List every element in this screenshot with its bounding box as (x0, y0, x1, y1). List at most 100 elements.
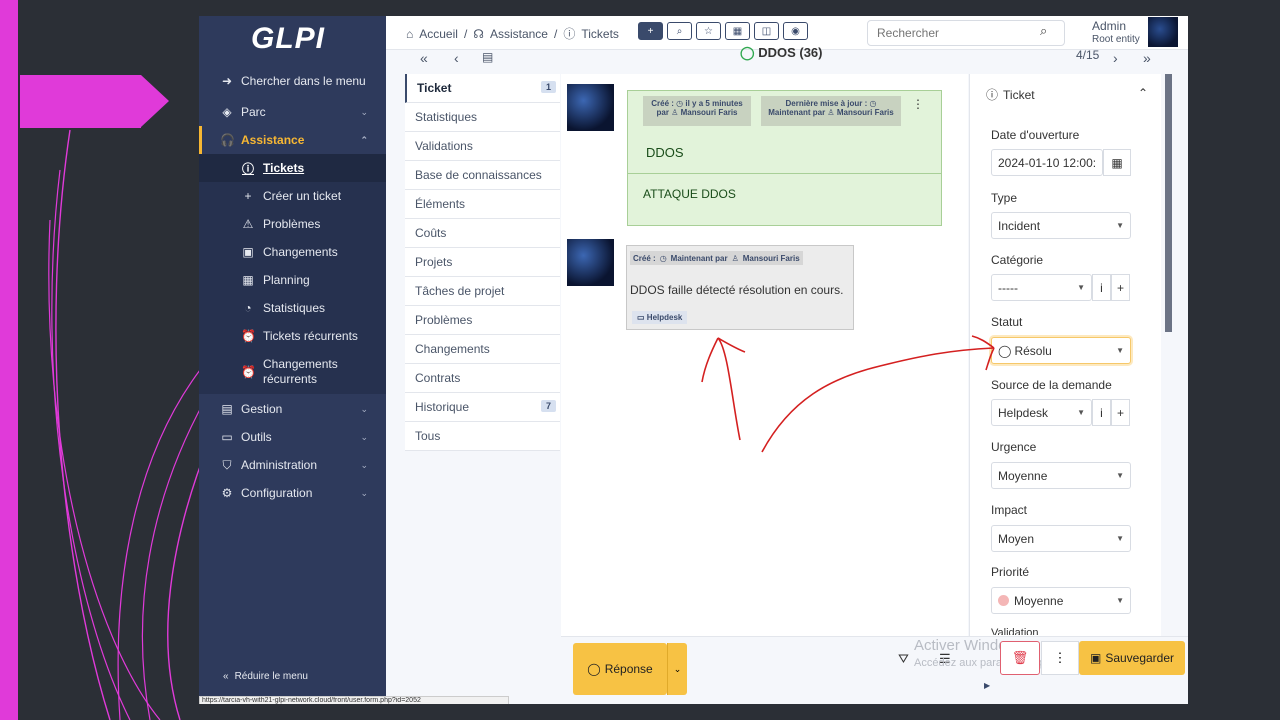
menu-search[interactable]: ➜ Chercher dans le menu (199, 67, 386, 95)
next-ticket-icon[interactable]: › (1113, 50, 1118, 66)
subitem-label: Tickets récurrents (263, 329, 358, 343)
double-chevron-left-icon: « (223, 671, 229, 682)
alarm-clock-icon: ⏰ (241, 329, 256, 343)
tab-validations[interactable]: Validations (405, 132, 560, 161)
circle-outline-icon: ◯ (998, 343, 1012, 358)
type-select[interactable]: Incident ▼ (991, 212, 1131, 239)
tab-statistics[interactable]: Statistiques (405, 103, 560, 132)
more-actions-button[interactable]: ⋮ (1041, 641, 1079, 675)
sidebar-subitem-statistics[interactable]: ◔ Statistiques (199, 294, 386, 322)
tab-contracts[interactable]: Contrats (405, 364, 560, 393)
alarm-clock-icon: ⏰ (241, 365, 256, 379)
more-actions-icon[interactable]: ⋮ (912, 97, 924, 111)
tab-changes[interactable]: Changements (405, 335, 560, 364)
preview-button[interactable]: ◉ (783, 22, 808, 40)
chevron-down-icon: ⌄ (360, 487, 368, 498)
save-button[interactable]: ▣ Sauvegarder (1079, 641, 1185, 675)
ticket-description-card[interactable]: Créé : ◷ il y a 5 minutes par ♙ Mansouri… (627, 90, 942, 226)
category-info-button[interactable]: i (1092, 274, 1111, 301)
user-name[interactable]: Admin (1092, 19, 1126, 33)
reply-dropdown-button[interactable]: ⌄ (667, 643, 687, 695)
reply-button[interactable]: ◯ Réponse (573, 643, 667, 695)
sidebar-subitem-changes[interactable]: ▣ Changements (199, 238, 386, 266)
category-label: Catégorie (991, 253, 1044, 267)
sidebar-item-configuration[interactable]: ⚙ Configuration ⌄ (199, 479, 386, 507)
bookmark-button[interactable]: ☆ (696, 22, 721, 40)
tab-knowledge-base[interactable]: Base de connaissances (405, 161, 560, 190)
filter-icon[interactable]: ⛛ (898, 651, 909, 667)
global-search-input[interactable] (867, 20, 1065, 46)
search-button[interactable]: ⌕ (667, 22, 692, 40)
glpi-logo[interactable]: GLPI (251, 22, 325, 56)
briefcase-icon: ▭ (221, 430, 233, 444)
calendar-button[interactable]: ▦ (1103, 149, 1131, 176)
home-icon: ⌂ (406, 26, 414, 41)
chevron-down-icon: ⌄ (360, 431, 368, 442)
sidebar-subitem-planning[interactable]: ▦ Planning (199, 266, 386, 294)
template-icon: ▦ (732, 25, 743, 37)
panel-scrollbar[interactable] (1165, 74, 1172, 332)
validation-label: Validation (991, 627, 1039, 635)
sidebar-item-administration[interactable]: ⛉ Administration ⌄ (199, 451, 386, 479)
panel-heading[interactable]: ⓘ Ticket (986, 86, 1035, 103)
tab-all[interactable]: Tous (405, 422, 560, 451)
followup-card[interactable]: Créé : ◷ Maintenant par ♙ Mansouri Faris… (626, 245, 854, 330)
caret-down-icon: ▼ (1077, 283, 1085, 292)
breadcrumb-home[interactable]: Accueil (419, 27, 458, 41)
sidebar-subitem-problems[interactable]: ⚠ Problèmes (199, 210, 386, 238)
urgency-select[interactable]: Moyenne ▼ (991, 462, 1131, 489)
sidebar-item-gestion[interactable]: ▤ Gestion ⌄ (199, 395, 386, 423)
source-info-button[interactable]: i (1092, 399, 1111, 426)
templates-button[interactable]: ▦ (725, 22, 750, 40)
user-entity[interactable]: Root entity (1092, 34, 1140, 45)
source-add-button[interactable]: + (1111, 399, 1130, 426)
caret-right-icon[interactable]: ▶ (984, 681, 990, 690)
clock-icon: ◷ (676, 99, 684, 108)
sidebar-item-assistance[interactable]: 🎧 Assistance ⌃ (199, 126, 386, 154)
sidebar-item-outils[interactable]: ▭ Outils ⌄ (199, 423, 386, 451)
category-add-button[interactable]: + (1111, 274, 1130, 301)
first-ticket-icon[interactable]: « (420, 50, 428, 66)
previous-ticket-icon[interactable]: ‹ (454, 50, 459, 66)
caret-down-icon: ▼ (1116, 346, 1124, 355)
source-select[interactable]: Helpdesk ▼ (991, 399, 1092, 426)
delete-button[interactable]: 🗑 (1000, 641, 1040, 675)
reduce-menu-button[interactable]: « Réduire le menu (223, 671, 308, 682)
opening-date-input[interactable]: 2024-01-10 12:00: (991, 149, 1103, 176)
breadcrumb-tickets[interactable]: Tickets (581, 27, 619, 41)
tab-elements[interactable]: Éléments (405, 190, 560, 219)
tab-project-tasks[interactable]: Tâches de projet (405, 277, 560, 306)
tab-projects[interactable]: Projets (405, 248, 560, 277)
add-button[interactable]: + (638, 22, 663, 40)
tab-ticket[interactable]: Ticket 1 (405, 74, 560, 103)
category-select[interactable]: ----- ▼ (991, 274, 1092, 301)
sidebar-item-parc[interactable]: ◈ Parc ⌄ (199, 98, 386, 126)
tab-history[interactable]: Historique 7 (405, 393, 560, 422)
calendar-icon: ▦ (1111, 155, 1123, 170)
list-icon[interactable]: ▤ (482, 50, 493, 64)
opening-date-label: Date d'ouverture (991, 128, 1080, 142)
breadcrumb-assistance[interactable]: Assistance (490, 27, 548, 41)
chevron-up-icon[interactable]: ⌃ (1138, 86, 1148, 100)
chevron-up-icon: ⌃ (360, 134, 368, 145)
clock-icon: ◷ (869, 99, 877, 108)
subitem-label: Statistiques (263, 301, 326, 315)
ticket-properties-panel: ⓘ Ticket ⌃ Date d'ouverture 2024-01-10 1… (969, 74, 1161, 636)
tab-problems[interactable]: Problèmes (405, 306, 560, 335)
priority-select[interactable]: Moyenne ▼ (991, 587, 1131, 614)
info-icon: i (1100, 280, 1103, 295)
followup-meta: Créé : ◷ Maintenant par ♙ Mansouri Faris (630, 251, 803, 265)
sidebar-subitem-tickets[interactable]: ⓘ Tickets (199, 154, 386, 182)
plus-icon: + (1116, 405, 1124, 420)
avatar[interactable] (1148, 17, 1178, 47)
impact-select[interactable]: Moyen ▼ (991, 525, 1131, 552)
status-select[interactable]: ◯ Résolu ▼ (991, 337, 1131, 364)
sidebar-subitem-create-ticket[interactable]: + Créer un ticket (199, 182, 386, 210)
sidebar-subitem-recurrent-tickets[interactable]: ⏰ Tickets récurrents (199, 322, 386, 350)
subitem-label: Changements (263, 245, 338, 259)
last-ticket-icon[interactable]: » (1143, 50, 1151, 66)
tab-costs[interactable]: Coûts (405, 219, 560, 248)
split-view-button[interactable]: ◫ (754, 22, 779, 40)
sidebar-subitem-recurrent-changes[interactable]: ⏰ Changements récurrents (199, 350, 386, 394)
info-icon: i (1100, 405, 1103, 420)
